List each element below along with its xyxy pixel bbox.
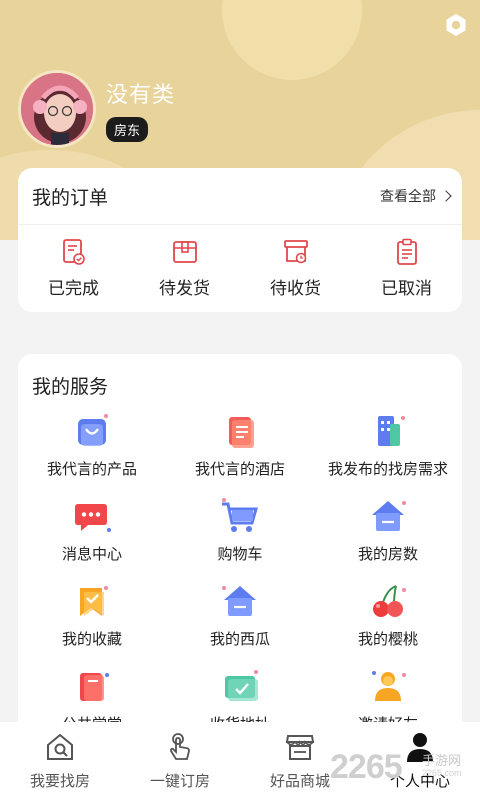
order-cancelled-label: 已取消: [381, 279, 432, 298]
service-label: 购物车: [217, 546, 263, 563]
service-label: 我发布的找房需求: [327, 461, 448, 478]
invite-friends-icon: [372, 671, 406, 701]
service-label: 我的樱桃: [357, 631, 418, 648]
avatar[interactable]: [18, 70, 96, 148]
package-pending-icon: [172, 241, 197, 263]
order-pending-receipt-button[interactable]: 待收货: [240, 225, 351, 312]
house-icon: [372, 501, 406, 531]
tab-quick-booking[interactable]: 一键订房: [120, 722, 240, 800]
tab-label: 我要找房: [29, 773, 90, 790]
services-card: 我的服务 我代言的产品 我代言的酒店 我发布的找房需求 消息中心 购物车 我的房…: [18, 354, 462, 774]
book-icon: [80, 673, 109, 701]
orders-title: 我的订单: [32, 187, 109, 209]
see-all-orders-link[interactable]: 查看全部: [380, 186, 452, 206]
service-label: 我的房数: [357, 546, 418, 563]
settings-gear-icon[interactable]: [444, 13, 468, 37]
service-message-center[interactable]: 消息中心: [18, 495, 166, 580]
role-badge: 房东: [106, 116, 149, 142]
tab-label: 个人中心: [389, 773, 450, 790]
shopping-cart-icon: [222, 498, 258, 532]
watermelon-house-icon: [222, 586, 256, 616]
address-card-icon: [225, 670, 258, 701]
service-endorsed-products[interactable]: 我代言的产品: [18, 410, 166, 495]
house-search-icon: [47, 733, 73, 760]
service-label: 消息中心: [61, 546, 122, 563]
order-completed-label: 已完成: [48, 279, 99, 298]
service-my-houses[interactable]: 我的房数: [314, 495, 462, 580]
bookmark-icon: [80, 586, 108, 616]
service-label: 我的西瓜: [209, 631, 270, 648]
order-cancelled-button[interactable]: 已取消: [351, 225, 462, 312]
services-title: 我的服务: [32, 377, 109, 398]
hotel-document-icon: [229, 417, 254, 448]
profile-section: 没有类 房东: [18, 70, 175, 148]
tab-label: 一键订房: [149, 773, 210, 790]
tab-mall[interactable]: 好品商城: [240, 722, 360, 800]
service-my-favorites[interactable]: 我的收藏: [18, 580, 166, 665]
building-icon: [378, 416, 405, 446]
service-my-cherry[interactable]: 我的樱桃: [314, 580, 462, 665]
tap-hand-icon: [170, 733, 190, 760]
order-pending-shipment-label: 待发货: [159, 279, 210, 298]
shopping-bag-icon: [78, 414, 108, 446]
chevron-right-icon: [440, 190, 452, 202]
service-endorsed-hotels[interactable]: 我代言的酒店: [166, 410, 314, 495]
see-all-label: 查看全部: [380, 188, 436, 204]
service-label: 我的收藏: [61, 631, 122, 648]
tab-label: 好品商城: [269, 773, 330, 790]
service-label: 我代言的产品: [46, 461, 137, 478]
orders-card: 我的订单 查看全部 已完成 待发货 待收货 已取消: [18, 168, 462, 312]
order-pending-receipt-label: 待收货: [270, 279, 321, 298]
username: 没有类: [106, 81, 176, 107]
delivery-box-icon: [283, 240, 308, 264]
order-completed-icon: [62, 239, 85, 265]
service-label: 我代言的酒店: [194, 461, 285, 478]
cherry-icon: [373, 585, 406, 617]
storefront-icon: [285, 735, 315, 760]
chat-bubble-icon: [75, 504, 111, 532]
tab-find-house[interactable]: 我要找房: [0, 722, 120, 800]
clipboard-cancel-icon: [396, 238, 417, 265]
order-completed-button[interactable]: 已完成: [18, 225, 129, 312]
service-shopping-cart[interactable]: 购物车: [166, 495, 314, 580]
order-pending-shipment-button[interactable]: 待发货: [129, 225, 240, 312]
bottom-tab-bar: 我要找房 一键订房 好品商城 个人中心: [0, 722, 480, 800]
service-my-watermelon[interactable]: 我的西瓜: [166, 580, 314, 665]
user-icon: [407, 733, 433, 762]
tab-personal-center[interactable]: 个人中心: [360, 722, 480, 800]
service-my-housing-requests[interactable]: 我发布的找房需求: [314, 410, 462, 495]
